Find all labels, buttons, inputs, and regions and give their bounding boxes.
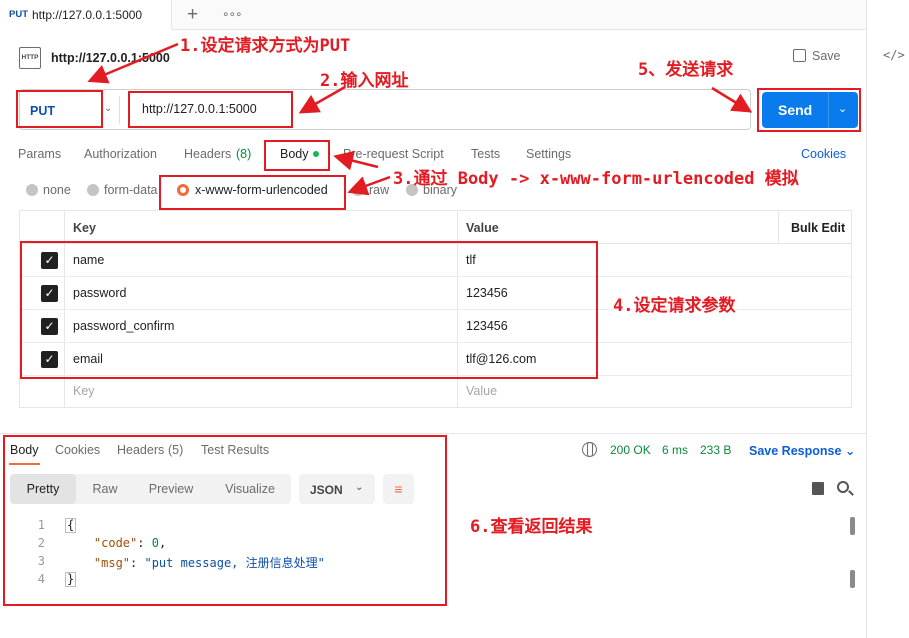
arrow-3a: [333, 150, 379, 171]
arrow-3b: [347, 175, 391, 196]
annotation-arrows: [87, 42, 753, 196]
arrow-2: [298, 85, 346, 114]
arrow-1: [87, 42, 179, 84]
arrow-5: [711, 86, 753, 113]
